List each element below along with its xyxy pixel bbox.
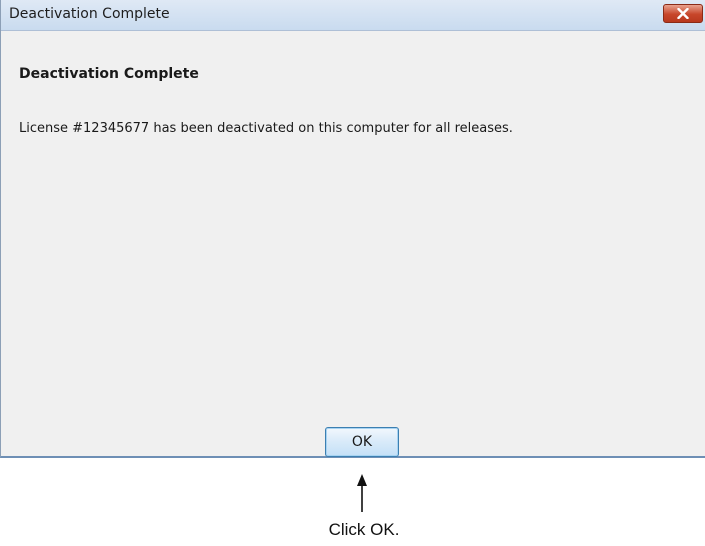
deactivation-message: License #12345677 has been deactivated o… bbox=[19, 121, 513, 136]
window-title: Deactivation Complete bbox=[9, 6, 170, 22]
close-icon bbox=[677, 8, 689, 19]
deactivation-dialog: Deactivation Complete Deactivation Compl… bbox=[0, 0, 705, 458]
arrow-up-icon bbox=[357, 474, 367, 512]
close-button[interactable] bbox=[663, 4, 703, 23]
dialog-heading: Deactivation Complete bbox=[19, 66, 199, 82]
screenshot-canvas: Deactivation Complete Deactivation Compl… bbox=[0, 0, 705, 546]
ok-button[interactable]: OK bbox=[325, 427, 399, 457]
callout-label: Click OK. bbox=[328, 520, 400, 539]
title-bar: Deactivation Complete bbox=[1, 0, 705, 31]
